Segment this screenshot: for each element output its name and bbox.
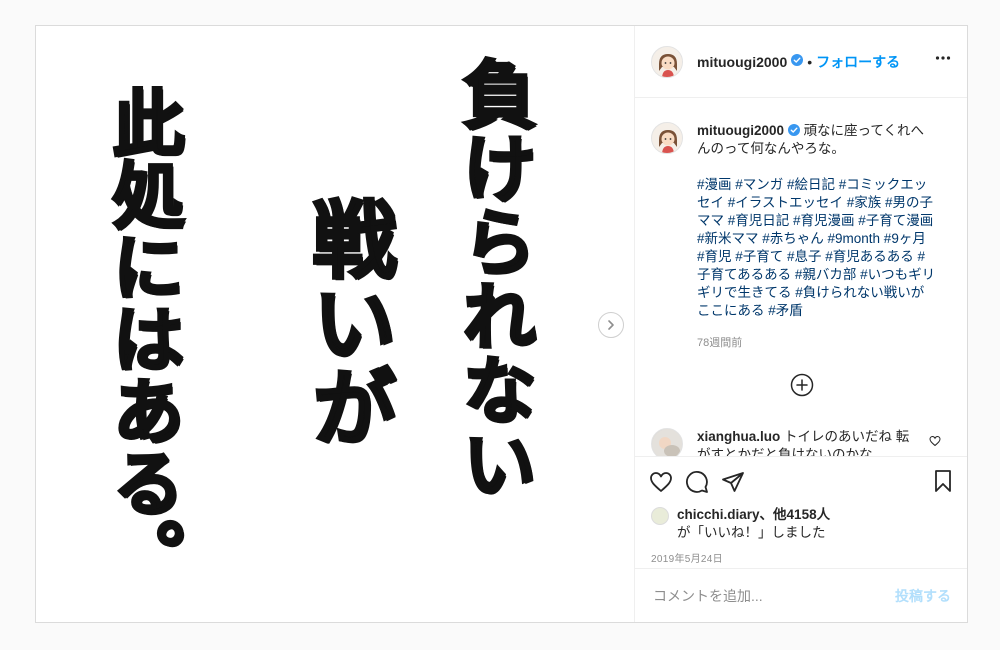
bookmark-icon bbox=[935, 470, 951, 492]
post-header: mituougi2000 • フォローする bbox=[635, 26, 967, 98]
comments-panel[interactable]: mituougi2000 頑なに座ってくれへんのって何なんやろな。 #漫画 #マ… bbox=[635, 98, 967, 456]
send-icon bbox=[722, 471, 744, 492]
avatar-photo-icon bbox=[652, 429, 682, 456]
calligraphy-column-1: 負けられない bbox=[449, 55, 538, 502]
next-image-button[interactable] bbox=[598, 312, 624, 338]
post-date[interactable]: 2019年5月24日 bbox=[635, 542, 967, 565]
caption-hashtags[interactable]: #漫画 #マンガ #絵日記 #コミックエッセイ #イラストエッセイ #家族 #男… bbox=[697, 176, 937, 320]
comment-like-button[interactable] bbox=[929, 434, 941, 452]
load-more-comments-button[interactable] bbox=[790, 373, 814, 402]
caption-username[interactable]: mituougi2000 bbox=[697, 123, 784, 138]
likes-summary: chicchi.diary、他4158人 が「いいね！」しました bbox=[635, 506, 967, 542]
liker-username[interactable]: chicchi.diary bbox=[677, 507, 760, 522]
caption: mituougi2000 頑なに座ってくれへんのって何なんやろな。 #漫画 #マ… bbox=[635, 98, 967, 352]
likes-text: chicchi.diary、他4158人 が「いいね！」しました bbox=[677, 506, 830, 542]
post-sidebar: mituougi2000 • フォローする mituougi2000 頑なに座っ… bbox=[634, 26, 967, 622]
more-options-button[interactable] bbox=[935, 50, 951, 71]
caption-body: mituougi2000 頑なに座ってくれへんのって何なんやろな。 #漫画 #マ… bbox=[697, 122, 937, 352]
avatar-illustration-icon bbox=[652, 123, 682, 153]
avatar-illustration-icon bbox=[652, 46, 682, 77]
post-comment-button[interactable]: 投稿する bbox=[895, 586, 951, 606]
calligraphy-column-3: 此処にはある。 bbox=[99, 85, 187, 592]
share-button[interactable] bbox=[721, 470, 745, 494]
likes-suffix: が「いいね！」しました bbox=[677, 525, 826, 540]
comment-avatar[interactable] bbox=[651, 428, 683, 456]
caption-avatar[interactable] bbox=[651, 122, 683, 154]
comment-username[interactable]: xianghua.luo bbox=[697, 429, 780, 444]
more-icon bbox=[935, 56, 951, 60]
action-bar bbox=[635, 456, 967, 506]
verified-badge-icon bbox=[791, 53, 804, 71]
comment-body: xianghua.luo トイレのあいだね 転がすとかだと負けないのかな bbox=[697, 428, 917, 456]
header-separator: • bbox=[807, 53, 813, 70]
save-button[interactable] bbox=[931, 469, 955, 498]
comment-bubble-icon bbox=[686, 470, 708, 493]
comment-item: xianghua.luo トイレのあいだね 転がすとかだと負けないのかな bbox=[651, 428, 951, 456]
header-username[interactable]: mituougi2000 bbox=[697, 54, 787, 70]
post-card: 負けられない 戦いが 此処にはある。 mituougi2000 • フォローする… bbox=[35, 25, 968, 623]
chevron-right-icon bbox=[608, 320, 614, 330]
heart-icon bbox=[929, 435, 941, 447]
comment-input[interactable] bbox=[651, 586, 895, 605]
heart-icon bbox=[650, 471, 672, 492]
calligraphy-column-2: 戦いが bbox=[298, 195, 400, 450]
post-image[interactable]: 負けられない 戦いが 此処にはある。 bbox=[36, 26, 634, 622]
comment-button[interactable] bbox=[685, 470, 709, 494]
verified-badge-icon bbox=[787, 124, 800, 136]
liker-avatar[interactable] bbox=[651, 507, 669, 525]
follow-button[interactable]: フォローする bbox=[816, 52, 900, 72]
avatar[interactable] bbox=[651, 45, 683, 78]
add-comment-bar: 投稿する bbox=[635, 568, 967, 622]
likes-count[interactable]: 、他4158人 bbox=[760, 507, 831, 522]
plus-circle-icon bbox=[790, 373, 814, 397]
like-button[interactable] bbox=[649, 470, 673, 494]
caption-time-ago[interactable]: 78週間前 bbox=[697, 334, 937, 352]
